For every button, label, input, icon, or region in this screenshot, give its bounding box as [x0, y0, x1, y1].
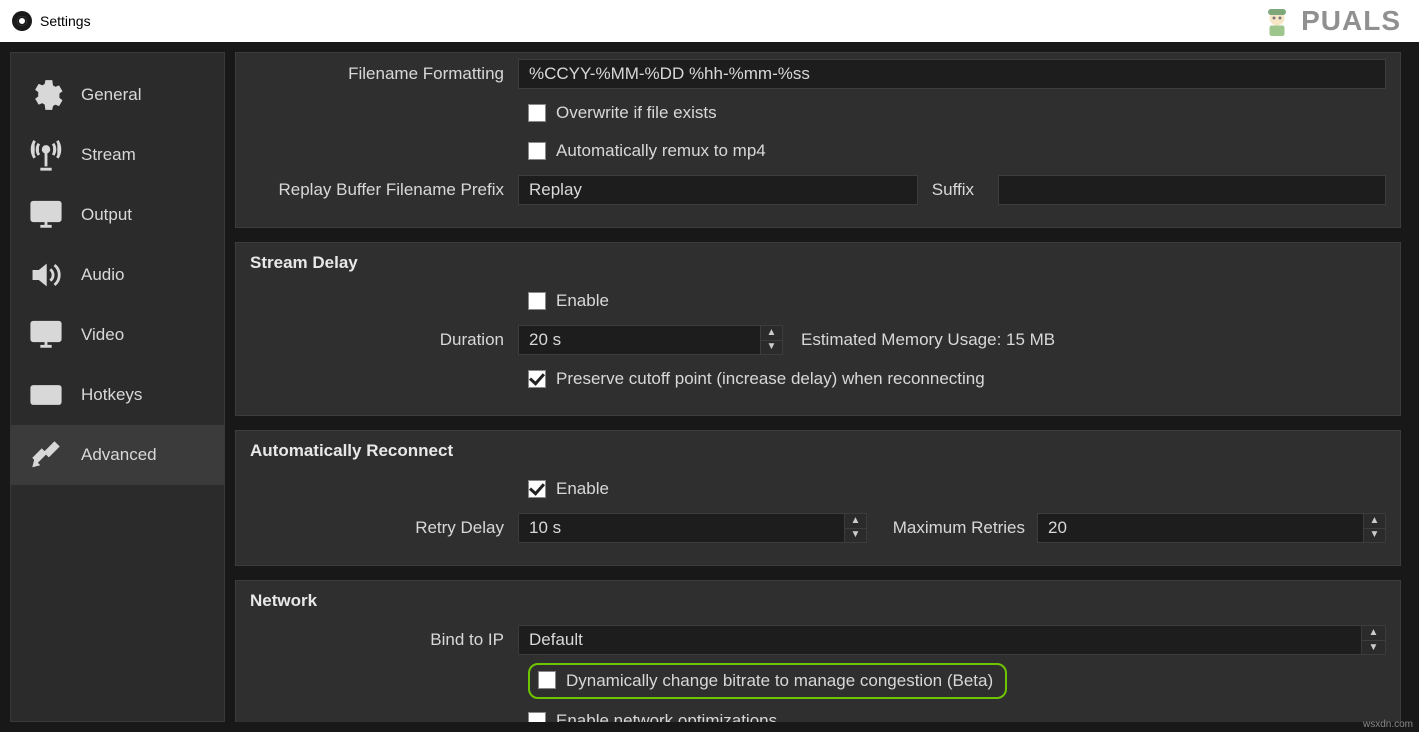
auto-reconnect-enable-checkbox[interactable] — [528, 480, 546, 498]
stream-delay-enable-checkbox[interactable] — [528, 292, 546, 310]
sidebar-item-label: Output — [81, 205, 132, 225]
dyn-bitrate-checkbox[interactable] — [538, 671, 556, 689]
remux-label: Automatically remux to mp4 — [556, 141, 766, 161]
spin-arrows-icon[interactable]: ▲▼ — [761, 325, 783, 355]
duration-label: Duration — [250, 330, 518, 350]
sidebar-item-label: Video — [81, 325, 124, 345]
bind-ip-label: Bind to IP — [250, 630, 518, 650]
sidebar-item-label: General — [81, 85, 141, 105]
overwrite-label: Overwrite if file exists — [556, 103, 717, 123]
replay-prefix-input[interactable] — [518, 175, 918, 205]
sidebar-item-audio[interactable]: Audio — [11, 245, 224, 305]
group-recording: Filename Formatting Overwrite if file ex… — [235, 52, 1401, 228]
spin-arrows-icon[interactable]: ▲▼ — [1364, 513, 1386, 543]
sidebar-item-general[interactable]: General — [11, 65, 224, 125]
retry-delay-label: Retry Delay — [250, 518, 518, 538]
group-stream-delay: Stream Delay Enable Duration ▲▼ Estimate… — [235, 242, 1401, 416]
sidebar-item-label: Hotkeys — [81, 385, 142, 405]
max-retries-label: Maximum Retries — [885, 518, 1025, 538]
obs-app-icon — [12, 11, 32, 31]
sidebar-item-label: Stream — [81, 145, 136, 165]
keyboard-icon — [25, 378, 67, 412]
sidebar-item-advanced[interactable]: Advanced — [11, 425, 224, 485]
window-title: Settings — [40, 13, 91, 29]
watermark-brand: PUALS — [1259, 0, 1401, 42]
retry-delay-spinbox[interactable]: ▲▼ — [518, 513, 867, 543]
sidebar-item-output[interactable]: Output — [11, 185, 224, 245]
brand-text: PUALS — [1301, 5, 1401, 37]
group-title-stream-delay: Stream Delay — [250, 253, 1386, 273]
suffix-input[interactable] — [998, 175, 1386, 205]
max-retries-spinbox[interactable]: ▲▼ — [1037, 513, 1386, 543]
duration-spinbox[interactable]: ▲▼ — [518, 325, 783, 355]
est-memory-label: Estimated Memory Usage: 15 MB — [801, 330, 1055, 350]
sidebar-item-stream[interactable]: Stream — [11, 125, 224, 185]
spin-arrows-icon[interactable]: ▲▼ — [845, 513, 867, 543]
preserve-cutoff-label: Preserve cutoff point (increase delay) w… — [556, 369, 985, 389]
settings-content: Filename Formatting Overwrite if file ex… — [235, 52, 1409, 722]
sidebar-item-label: Advanced — [81, 445, 157, 465]
duration-input[interactable] — [518, 325, 761, 355]
source-watermark: wsxdn.com — [1363, 719, 1413, 730]
auto-reconnect-enable-label: Enable — [556, 479, 609, 499]
overwrite-checkbox[interactable] — [528, 104, 546, 122]
filename-formatting-input[interactable] — [518, 59, 1386, 89]
dyn-bitrate-highlight: Dynamically change bitrate to manage con… — [528, 663, 1007, 699]
stream-delay-enable-label: Enable — [556, 291, 609, 311]
tools-icon — [25, 438, 67, 472]
app-body: General Stream Output Audio Video — [0, 42, 1419, 732]
bind-ip-input[interactable] — [518, 625, 1362, 655]
max-retries-input[interactable] — [1037, 513, 1364, 543]
retry-delay-input[interactable] — [518, 513, 845, 543]
sidebar-item-label: Audio — [81, 265, 124, 285]
monitor-icon — [25, 318, 67, 352]
sidebar-item-video[interactable]: Video — [11, 305, 224, 365]
sidebar-item-hotkeys[interactable]: Hotkeys — [11, 365, 224, 425]
speaker-icon — [25, 258, 67, 292]
group-title-network: Network — [250, 591, 1386, 611]
dropdown-arrows-icon[interactable]: ▲▼ — [1362, 625, 1386, 655]
filename-formatting-label: Filename Formatting — [250, 64, 518, 84]
dyn-bitrate-label: Dynamically change bitrate to manage con… — [566, 671, 993, 691]
suffix-label: Suffix — [930, 180, 986, 200]
monitor-arrow-icon — [25, 198, 67, 232]
gear-icon — [25, 78, 67, 112]
net-opt-label: Enable network optimizations — [556, 711, 777, 722]
brand-mascot-icon — [1259, 3, 1295, 39]
remux-checkbox[interactable] — [528, 142, 546, 160]
window-titlebar: Settings — [0, 0, 1419, 42]
group-network: Network Bind to IP ▲▼ Dynamically change… — [235, 580, 1401, 722]
preserve-cutoff-checkbox[interactable] — [528, 370, 546, 388]
replay-prefix-label: Replay Buffer Filename Prefix — [250, 180, 518, 200]
group-title-auto-reconnect: Automatically Reconnect — [250, 441, 1386, 461]
antenna-icon — [25, 138, 67, 172]
net-opt-checkbox[interactable] — [528, 712, 546, 722]
group-auto-reconnect: Automatically Reconnect Enable Retry Del… — [235, 430, 1401, 566]
bind-ip-dropdown[interactable]: ▲▼ — [518, 625, 1386, 655]
settings-sidebar: General Stream Output Audio Video — [10, 52, 225, 722]
